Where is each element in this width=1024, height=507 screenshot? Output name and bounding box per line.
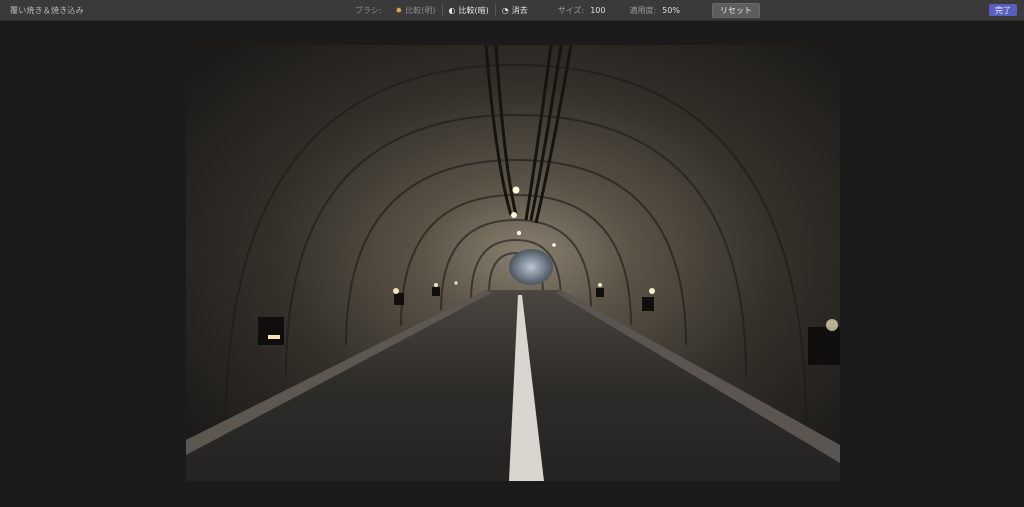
done-button[interactable]: 完了 xyxy=(989,4,1017,16)
moon-icon: ◐ xyxy=(448,5,456,15)
compare-dark-label: 比較(暗) xyxy=(458,5,489,15)
brush-options: ブラシ: ✹ 比較(明) ◐ 比較(暗) ◔ 消去 サイズ: 100 適用度: … xyxy=(355,0,760,20)
erase-label: 消去 xyxy=(511,5,528,15)
size-label: サイズ: xyxy=(557,5,585,15)
tool-title: 覆い焼き＆焼き込み xyxy=(10,6,84,15)
compare-bright-label: 比較(明) xyxy=(405,5,436,15)
photo-canvas[interactable] xyxy=(186,45,840,481)
strength-label: 適用度: xyxy=(629,5,657,15)
eraser-icon: ◔ xyxy=(501,5,509,15)
tunnel-photo xyxy=(186,45,840,481)
reset-button[interactable]: リセット xyxy=(711,2,760,18)
size-value[interactable]: 100 xyxy=(590,6,605,15)
brush-label: ブラシ: xyxy=(355,5,382,15)
erase-option[interactable]: ◔ 消去 xyxy=(496,5,534,16)
strength-value[interactable]: 50% xyxy=(662,6,680,15)
sun-icon: ✹ xyxy=(395,5,403,15)
top-toolbar: 覆い焼き＆焼き込み ブラシ: ✹ 比較(明) ◐ 比較(暗) ◔ 消去 サイズ:… xyxy=(0,0,1024,21)
compare-bright-option[interactable]: ✹ 比較(明) xyxy=(390,5,442,16)
compare-dark-option[interactable]: ◐ 比較(暗) xyxy=(443,5,495,16)
